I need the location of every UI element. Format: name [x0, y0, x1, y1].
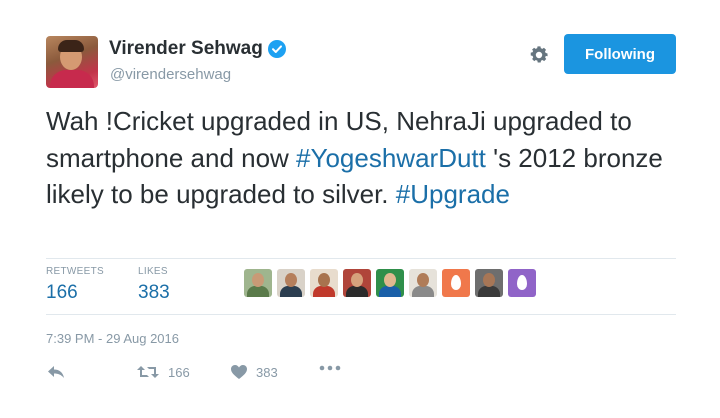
retweets-label: RETWEETS	[46, 266, 104, 277]
liker-avatar[interactable]	[475, 269, 503, 297]
liker-face	[252, 273, 264, 287]
heart-icon	[231, 365, 247, 379]
liker-avatar[interactable]	[376, 269, 404, 297]
egg-icon	[451, 275, 461, 290]
likes-label: LIKES	[138, 266, 168, 277]
liker-avatar[interactable]	[442, 269, 470, 297]
liker-avatar[interactable]	[310, 269, 338, 297]
liker-avatar[interactable]	[277, 269, 305, 297]
liker-avatar[interactable]	[343, 269, 371, 297]
following-button[interactable]: Following	[564, 34, 676, 74]
like-count: 383	[256, 364, 278, 380]
reply-icon	[48, 366, 64, 378]
reply-button[interactable]	[46, 364, 66, 380]
tweet-timestamp[interactable]: 7:39 PM - 29 Aug 2016	[46, 331, 179, 346]
liker-body	[379, 286, 401, 297]
avatar-hair	[58, 40, 84, 52]
liker-body	[412, 286, 434, 297]
liker-body	[313, 286, 335, 297]
more-icon	[319, 365, 341, 371]
retweet-button[interactable]: 166	[136, 364, 190, 380]
author-handle[interactable]: @virendersehwag	[110, 66, 231, 83]
liker-face	[384, 273, 396, 287]
author-name[interactable]: Virender Sehwag	[109, 38, 263, 60]
divider	[46, 314, 676, 315]
retweet-icon	[137, 366, 159, 378]
author-name-row[interactable]: Virender Sehwag	[109, 38, 286, 60]
hashtag-link[interactable]: #YogeshwarDutt	[296, 143, 486, 173]
liker-face	[483, 273, 495, 287]
likes-stat[interactable]: LIKES 383	[138, 266, 170, 304]
hashtag-link[interactable]: #Upgrade	[396, 179, 510, 209]
divider	[46, 258, 676, 259]
liker-avatar[interactable]	[409, 269, 437, 297]
gear-icon[interactable]	[528, 44, 550, 66]
liker-face	[318, 273, 330, 287]
avatar-shirt	[50, 70, 94, 88]
liker-body	[247, 286, 269, 297]
liker-face	[417, 273, 429, 287]
likes-count[interactable]: 383	[138, 282, 170, 304]
more-button[interactable]	[318, 364, 342, 372]
egg-icon	[517, 275, 527, 290]
author-avatar[interactable]	[46, 36, 98, 88]
liker-face	[285, 273, 297, 287]
tweet-text: Wah !Cricket upgraded in US, NehraJi upg…	[46, 103, 686, 213]
liker-avatar[interactable]	[508, 269, 536, 297]
verified-badge-icon	[267, 40, 286, 58]
like-button[interactable]: 383	[230, 364, 278, 380]
likers-avatars	[244, 269, 536, 297]
liker-face	[351, 273, 363, 287]
retweet-count: 166	[168, 364, 190, 380]
liker-body	[346, 286, 368, 297]
retweets-count[interactable]: 166	[46, 282, 104, 304]
liker-body	[478, 286, 500, 297]
liker-avatar[interactable]	[244, 269, 272, 297]
liker-body	[280, 286, 302, 297]
tweet-card: Virender Sehwag @virendersehwag Followin…	[0, 0, 720, 418]
retweets-stat[interactable]: RETWEETS 166	[46, 266, 104, 304]
